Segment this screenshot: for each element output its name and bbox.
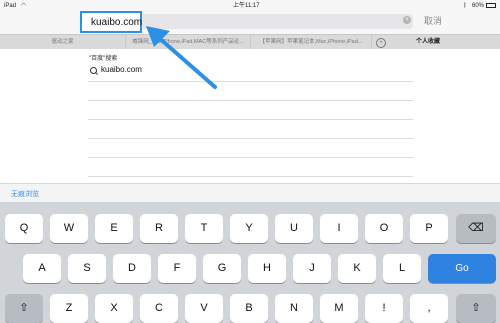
backspace-icon[interactable]: ⌫ (456, 214, 496, 243)
tab[interactable]: 驱动之家 (0, 35, 126, 49)
key[interactable]: P (410, 214, 448, 243)
private-browsing-bar: 无痕浏览 (0, 183, 500, 203)
key[interactable]: T (185, 214, 223, 243)
key[interactable]: R (140, 214, 178, 243)
tab[interactable]: 威锋网_苹果iPhone,iPad,MAC等系列产品论... (126, 35, 251, 49)
tab-favorites[interactable]: 个人收藏 (416, 35, 440, 49)
key[interactable]: H (248, 254, 286, 283)
key[interactable]: D (113, 254, 151, 283)
clear-circle-icon[interactable]: × (403, 16, 411, 24)
key[interactable]: Y (230, 214, 268, 243)
url-text[interactable]: kuaibo.com (91, 17, 142, 28)
bluetooth-icon: ᛒ (463, 3, 467, 9)
key[interactable]: O (365, 214, 403, 243)
wifi-icon: ◠ (21, 3, 27, 9)
tab-bar: 驱动之家 威锋网_苹果iPhone,iPad,MAC等系列产品论... 【苹果网… (0, 34, 500, 50)
shift-icon[interactable]: ⇧ (5, 294, 43, 323)
key[interactable]: C (140, 294, 178, 323)
key[interactable]: F (158, 254, 196, 283)
suggestion-item[interactable]: kuaibo.com (101, 65, 142, 74)
suggestion-header: "百度"搜索 (89, 56, 118, 62)
tab[interactable]: 【苹果网】苹果笔记本,Mac,iPhone,iPad... (251, 35, 372, 49)
key[interactable]: V (185, 294, 223, 323)
status-bar: iPad ◠ 上午11:17 ᛒ 60% (0, 0, 500, 12)
battery-percent: 60% (472, 3, 485, 9)
battery-icon (486, 3, 496, 8)
key[interactable]: , (410, 294, 448, 323)
key[interactable]: W (50, 214, 88, 243)
key[interactable]: U (275, 214, 313, 243)
new-tab-icon[interactable]: + (376, 38, 386, 48)
key[interactable]: A (23, 254, 61, 283)
clock: 上午11:17 (233, 3, 260, 9)
key[interactable]: Z (50, 294, 88, 323)
private-browsing-button[interactable]: 无痕浏览 (11, 189, 39, 199)
key[interactable]: X (95, 294, 133, 323)
key[interactable]: I (320, 214, 358, 243)
go-button[interactable]: Go (428, 254, 496, 283)
key[interactable]: S (68, 254, 106, 283)
shift-icon[interactable]: ⇧ (456, 294, 496, 323)
key[interactable]: B (230, 294, 268, 323)
key[interactable]: N (275, 294, 313, 323)
key[interactable]: J (293, 254, 331, 283)
key[interactable]: E (95, 214, 133, 243)
url-input-highlight[interactable]: kuaibo.com (80, 11, 142, 33)
key[interactable]: G (203, 254, 241, 283)
key[interactable]: L (383, 254, 421, 283)
cancel-button[interactable]: 取消 (424, 14, 442, 27)
suggestion-panel (0, 49, 500, 183)
key[interactable]: K (338, 254, 376, 283)
keyboard: Q W E R T Y U I O P ⌫ A S D F G H J K L … (0, 202, 500, 323)
key[interactable]: Q (5, 214, 43, 243)
key[interactable]: ! (365, 294, 403, 323)
key[interactable]: M (320, 294, 358, 323)
device-label: iPad (4, 3, 17, 9)
search-icon (90, 67, 97, 74)
